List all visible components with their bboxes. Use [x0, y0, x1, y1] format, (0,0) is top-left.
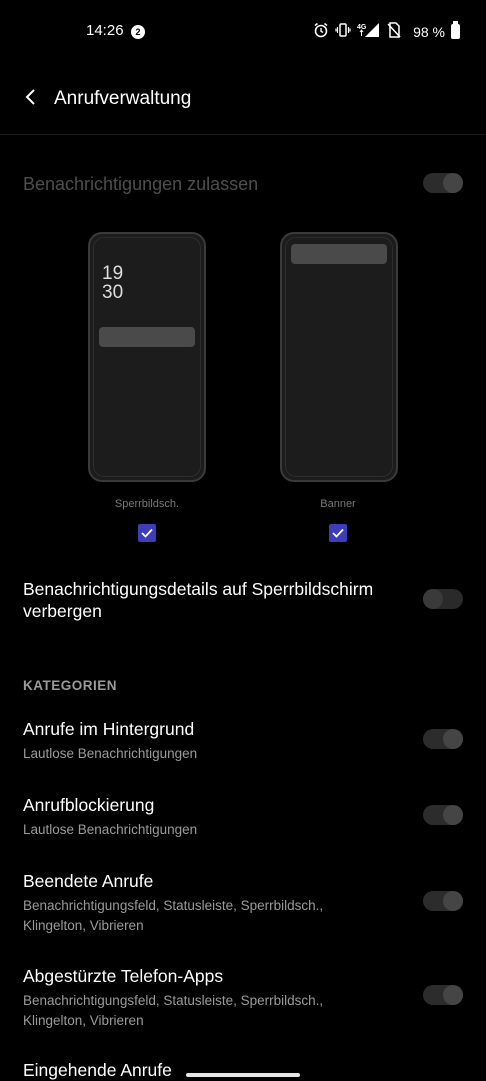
check-icon [141, 528, 153, 538]
preview-clock: 19 30 [102, 264, 123, 302]
alarm-icon [313, 22, 329, 41]
vibrate-icon [335, 22, 351, 41]
page-title: Anrufverwaltung [54, 88, 192, 109]
category-row[interactable]: Eingehende Anrufe [23, 1059, 463, 1081]
category-row[interactable]: Beendete Anrufe Benachrichtigungsfeld, S… [23, 870, 463, 936]
status-time: 14:26 [86, 22, 124, 39]
preview-clock-minute: 30 [102, 282, 124, 303]
category-title: Beendete Anrufe [23, 871, 154, 891]
allow-notifications-label: Benachrichtigungen zulassen [23, 174, 259, 194]
category-title: Anrufblockierung [23, 795, 155, 815]
status-bar: 14:26 2 4G 98 % [0, 0, 486, 64]
hide-details-row[interactable]: Benachrichtigungsdetails auf Sperrbildsc… [23, 578, 463, 622]
category-toggle[interactable] [423, 729, 463, 749]
category-row[interactable]: Anrufe im Hintergrund Lautlose Benachric… [23, 718, 463, 764]
banner-preview-label: Banner [320, 498, 356, 510]
allow-notifications-row[interactable]: Benachrichtigungen zulassen [23, 166, 463, 202]
hide-details-label: Benachrichtigungsdetails auf Sperrbildsc… [23, 579, 374, 621]
preview-notification-bar [99, 327, 195, 347]
category-toggle[interactable] [423, 985, 463, 1005]
check-icon [332, 528, 344, 538]
allow-notifications-toggle[interactable] [423, 173, 463, 193]
lockscreen-checkbox[interactable] [138, 524, 156, 542]
preview-clock-hour: 19 [102, 263, 124, 284]
category-subtitle: Benachrichtigungsfeld, Statusleiste, Spe… [23, 993, 324, 1028]
back-arrow-icon [25, 89, 35, 105]
category-subtitle: Lautlose Benachrichtigungen [23, 746, 198, 761]
notification-count-badge: 2 [131, 25, 145, 39]
battery-percent: 98 % [413, 23, 445, 40]
category-row[interactable]: Abgestürzte Telefon-Apps Benachrichtigun… [23, 965, 463, 1031]
banner-preview[interactable] [280, 232, 398, 482]
battery-icon [451, 21, 460, 39]
back-button[interactable] [18, 82, 44, 112]
category-subtitle: Benachrichtigungsfeld, Statusleiste, Spe… [23, 898, 324, 933]
app-bar: Anrufverwaltung [0, 64, 486, 135]
category-title: Anrufe im Hintergrund [23, 719, 195, 739]
lockscreen-preview[interactable]: 19 30 [88, 232, 206, 482]
category-title: Eingehende Anrufe [23, 1060, 172, 1080]
hide-details-toggle[interactable] [423, 589, 463, 609]
lockscreen-preview-label: Sperrbildsch. [114, 498, 180, 510]
categories-header: KATEGORIEN [23, 678, 118, 693]
signal-4g-icon: 4G [357, 22, 381, 41]
category-toggle[interactable] [423, 805, 463, 825]
home-indicator[interactable] [186, 1073, 300, 1077]
category-row[interactable]: Anrufblockierung Lautlose Benachrichtigu… [23, 794, 463, 840]
status-icons: 4G 98 % [313, 21, 460, 41]
category-toggle[interactable] [423, 891, 463, 911]
no-sim-icon [387, 22, 401, 41]
banner-checkbox[interactable] [329, 524, 347, 542]
preview-banner-bar [291, 244, 387, 264]
category-subtitle: Lautlose Benachrichtigungen [23, 822, 198, 837]
category-title: Abgestürzte Telefon-Apps [23, 966, 224, 986]
